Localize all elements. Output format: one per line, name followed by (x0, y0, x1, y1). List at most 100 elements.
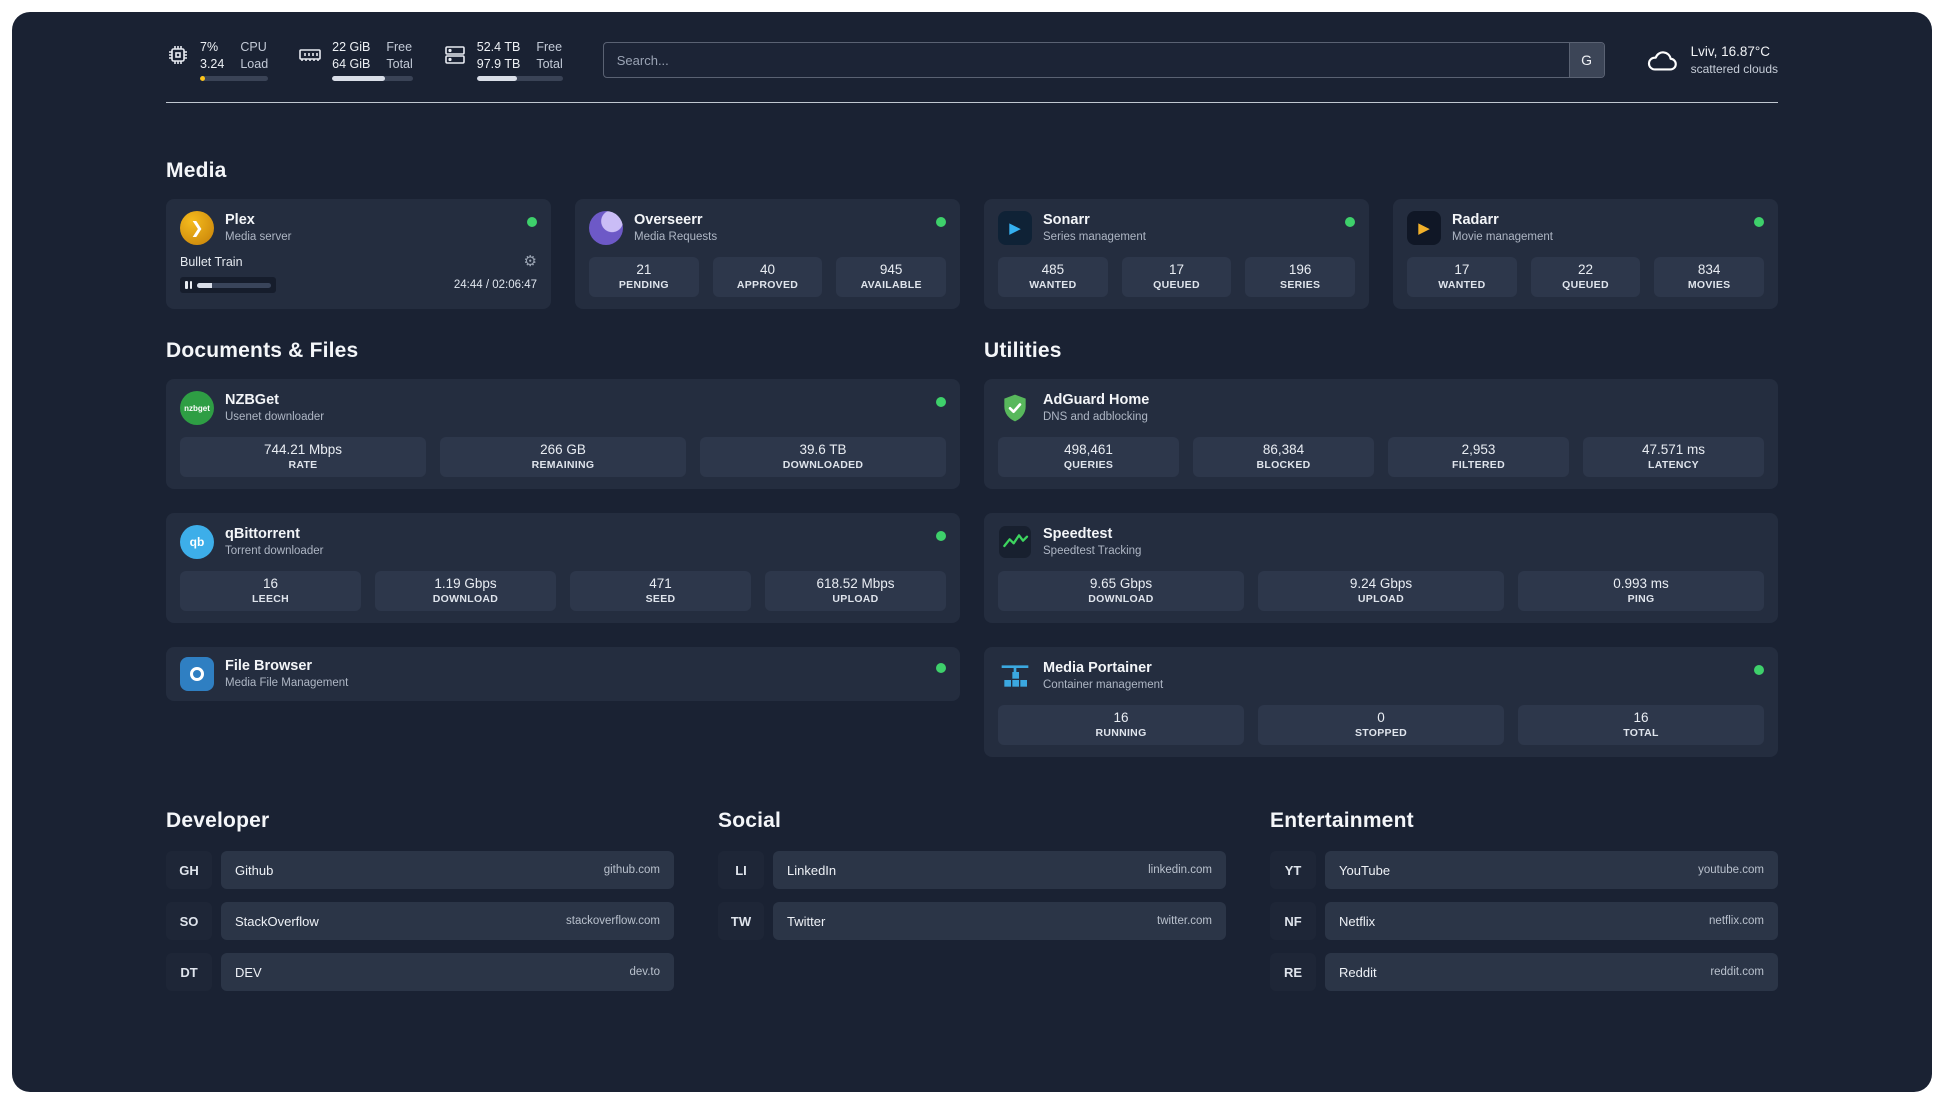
app-card-portainer[interactable]: Media Portainer Container management 16 … (984, 647, 1778, 757)
stat-stopped: 0 STOPPED (1258, 705, 1504, 745)
app-card-filebrowser[interactable]: File Browser Media File Management (166, 647, 960, 701)
app-title: qBittorrent (225, 526, 300, 543)
link-reddit[interactable]: RE Reddit reddit.com (1270, 953, 1778, 991)
link-twitter[interactable]: TW Twitter twitter.com (718, 902, 1226, 940)
documents-column: Documents & Files nzbget NZBGet Usenet d… (166, 339, 960, 701)
status-dot (936, 531, 946, 541)
cpu-usage-bar (200, 75, 269, 81)
stat-queued: 22 QUEUED (1530, 257, 1641, 297)
section-title-social: Social (718, 809, 782, 832)
entertainment-links: Entertainment YT YouTube youtube.com NF … (1270, 809, 1778, 991)
link-name: StackOverflow (235, 913, 319, 929)
link-linkedin[interactable]: LI LinkedIn linkedin.com (718, 851, 1226, 889)
app-subtitle: Movie management (1452, 230, 1553, 243)
app-card-qbittorrent[interactable]: qb qBittorrent Torrent downloader 16 LEE… (166, 513, 960, 623)
sonarr-icon: ▶ (998, 211, 1032, 245)
app-subtitle: Container management (1043, 678, 1164, 691)
link-domain: netflix.com (1709, 915, 1764, 927)
section-title-media: Media (166, 159, 227, 182)
link-abbr: NF (1270, 902, 1316, 940)
nzbget-icon: nzbget (180, 391, 214, 425)
link-abbr: GH (166, 851, 212, 889)
stat-seed: 471 SEED (570, 571, 751, 611)
app-subtitle: Media Requests (634, 230, 718, 243)
link-abbr: RE (1270, 953, 1316, 991)
app-title: Plex (225, 212, 255, 229)
ram-free-value: 22 GiB (332, 40, 371, 55)
app-card-sonarr[interactable]: ▶ Sonarr Series management 485 WANTED 17… (984, 199, 1369, 309)
link-abbr: SO (166, 902, 212, 940)
disk-usage-bar (476, 75, 563, 81)
social-links: Social LI LinkedIn linkedin.com TW Twitt… (718, 809, 1226, 991)
topbar-divider (166, 102, 1778, 103)
app-card-speedtest[interactable]: Speedtest Speedtest Tracking 9.65 Gbps D… (984, 513, 1778, 623)
search-input[interactable] (602, 42, 1605, 78)
link-domain: reddit.com (1710, 966, 1764, 978)
playback-progress-bar[interactable] (197, 282, 271, 288)
disk-monitor: 52.4 TB 97.9 TB Free Total (443, 39, 563, 81)
link-abbr: DT (166, 953, 212, 991)
search-engine-button[interactable]: G (1568, 43, 1604, 77)
link-domain: youtube.com (1698, 864, 1764, 876)
ram-icon (299, 49, 321, 62)
app-subtitle: Media server (225, 230, 292, 243)
playback-time: 24:44 / 02:06:47 (453, 279, 537, 291)
top-bar: 7% 3.24 CPU Load 22 GiB 64 GiB Free Tota… (166, 32, 1778, 88)
cpu-load-value: 3.24 (200, 56, 225, 71)
disk-total-value: 97.9 TB (476, 56, 521, 71)
link-abbr: YT (1270, 851, 1316, 889)
status-dot (936, 663, 946, 673)
link-abbr: TW (718, 902, 764, 940)
app-card-plex[interactable]: ❯ Plex Media server Bullet Train ⚙ 24:44… (166, 199, 551, 309)
stat-running: 16 RUNNING (998, 705, 1244, 745)
gear-icon[interactable]: ⚙ (524, 254, 537, 269)
stat-queries: 498,461 QUERIES (998, 437, 1179, 477)
link-domain: dev.to (629, 966, 660, 978)
player-controls[interactable] (180, 277, 276, 293)
stat-movies: 834 MOVIES (1654, 257, 1765, 297)
stat-queued: 17 QUEUED (1121, 257, 1232, 297)
app-subtitle: Series management (1043, 230, 1146, 243)
stat-available: 945 AVAILABLE (836, 257, 947, 297)
app-card-overseerr[interactable]: Overseerr Media Requests 21 PENDING 40 A… (575, 199, 960, 309)
app-title: AdGuard Home (1043, 392, 1150, 409)
stat-rate: 744.21 Mbps RATE (180, 437, 426, 477)
app-card-nzbget[interactable]: nzbget NZBGet Usenet downloader 744.21 M… (166, 379, 960, 489)
now-playing-title: Bullet Train (180, 254, 243, 269)
weather-location: Lviv, 16.87°C (1690, 43, 1771, 59)
app-title: Overseerr (634, 212, 703, 229)
adguard-icon (998, 391, 1032, 425)
link-name: Github (235, 862, 274, 878)
stat-upload: 9.24 Gbps UPLOAD (1258, 571, 1504, 611)
cpu-percent: 7% (200, 40, 219, 55)
search-box: G (602, 42, 1605, 78)
link-dev[interactable]: DT DEV dev.to (166, 953, 674, 991)
app-card-adguard[interactable]: AdGuard Home DNS and adblocking 498,461 … (984, 379, 1778, 489)
ram-monitor: 22 GiB 64 GiB Free Total (298, 39, 413, 81)
link-name: Netflix (1339, 913, 1376, 929)
app-title: Radarr (1452, 212, 1499, 229)
stat-ping: 0.993 ms PING (1518, 571, 1764, 611)
link-github[interactable]: GH Github github.com (166, 851, 674, 889)
pause-icon[interactable] (185, 281, 192, 289)
disk-free-label: Free (536, 40, 563, 55)
app-card-radarr[interactable]: ▶ Radarr Movie management 17 WANTED 22 Q… (1393, 199, 1778, 309)
section-title-developer: Developer (166, 809, 270, 832)
link-netflix[interactable]: NF Netflix netflix.com (1270, 902, 1778, 940)
link-youtube[interactable]: YT YouTube youtube.com (1270, 851, 1778, 889)
app-subtitle: Media File Management (225, 676, 349, 689)
stat-download: 1.19 Gbps DOWNLOAD (375, 571, 556, 611)
radarr-icon: ▶ (1407, 211, 1441, 245)
app-title: NZBGet (225, 392, 279, 409)
link-name: DEV (235, 964, 262, 980)
stat-approved: 40 APPROVED (712, 257, 823, 297)
link-name: Twitter (787, 913, 826, 929)
stat-blocked: 86,384 BLOCKED (1193, 437, 1374, 477)
section-title-documents: Documents & Files (166, 339, 359, 362)
app-title: Speedtest (1043, 526, 1113, 543)
link-stackoverflow[interactable]: SO StackOverflow stackoverflow.com (166, 902, 674, 940)
ram-usage-bar (332, 75, 413, 81)
app-subtitle: Speedtest Tracking (1043, 544, 1142, 557)
stat-wanted: 485 WANTED (998, 257, 1108, 297)
cloud-icon (1647, 51, 1677, 71)
